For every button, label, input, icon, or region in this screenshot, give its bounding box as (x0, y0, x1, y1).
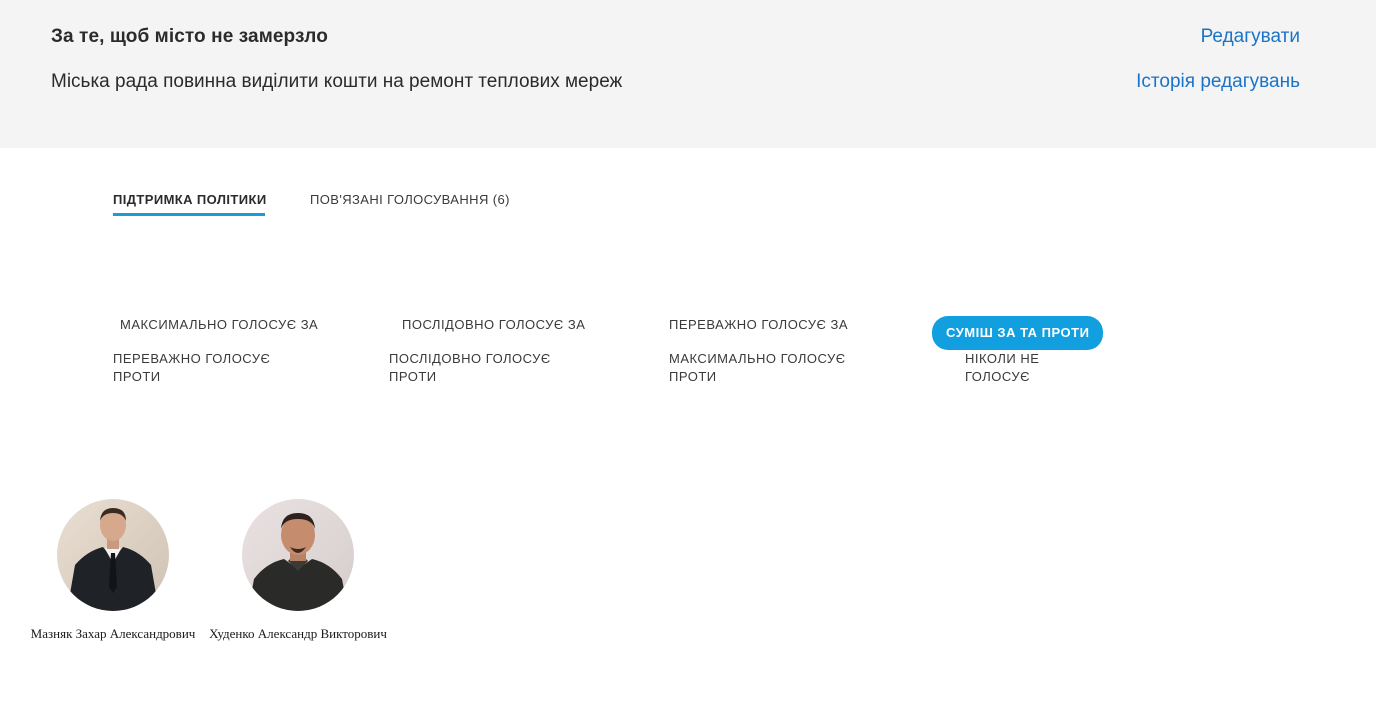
filter-never-votes[interactable]: НІКОЛИ НЕ ГОЛОСУЄ (965, 350, 1055, 386)
filter-consistent-for[interactable]: ПОСЛІДОВНО ГОЛОСУЄ ЗА (402, 316, 585, 334)
active-tab-indicator (113, 213, 265, 216)
person-avatar[interactable] (57, 499, 169, 611)
person-card: Мазняк Захар Александрович (31, 499, 195, 640)
edit-history-link[interactable]: Історія редагувань (1136, 71, 1300, 93)
person-card: Худенко Александр Викторович (209, 499, 387, 640)
filter-mostly-for[interactable]: ПЕРЕВАЖНО ГОЛОСУЄ ЗА (669, 316, 848, 334)
policy-description: Міська рада повинна виділити кошти на ре… (51, 71, 623, 92)
filter-mostly-against[interactable]: ПЕРЕВАЖНО ГОЛОСУЄ ПРОТИ (113, 350, 288, 386)
tab-policy-support[interactable]: ПІДТРИМКА ПОЛІТИКИ (113, 192, 267, 216)
policy-title: За те, щоб місто не замерзло (51, 26, 328, 47)
person-name[interactable]: Худенко Александр Викторович (202, 627, 394, 640)
tab-policy-support-label: ПІДТРИМКА ПОЛІТИКИ (113, 192, 267, 207)
filter-max-for[interactable]: МАКСИМАЛЬНО ГОЛОСУЄ ЗА (120, 316, 318, 334)
edit-link[interactable]: Редагувати (1201, 26, 1300, 48)
filter-consistent-against[interactable]: ПОСЛІДОВНО ГОЛОСУЄ ПРОТИ (389, 350, 564, 386)
filter-mixed[interactable]: СУМІШ ЗА ТА ПРОТИ (932, 316, 1104, 350)
tab-related-votes-label: ПОВ'ЯЗАНІ ГОЛОСУВАННЯ (6) (310, 192, 510, 207)
tab-related-votes[interactable]: ПОВ'ЯЗАНІ ГОЛОСУВАННЯ (6) (310, 192, 510, 207)
person-name[interactable]: Мазняк Захар Александрович (17, 627, 209, 640)
person-avatar[interactable] (242, 499, 354, 611)
policy-header: За те, щоб місто не замерзло Міська рада… (0, 0, 1376, 148)
filter-max-against[interactable]: МАКСИМАЛЬНО ГОЛОСУЄ ПРОТИ (669, 350, 859, 386)
